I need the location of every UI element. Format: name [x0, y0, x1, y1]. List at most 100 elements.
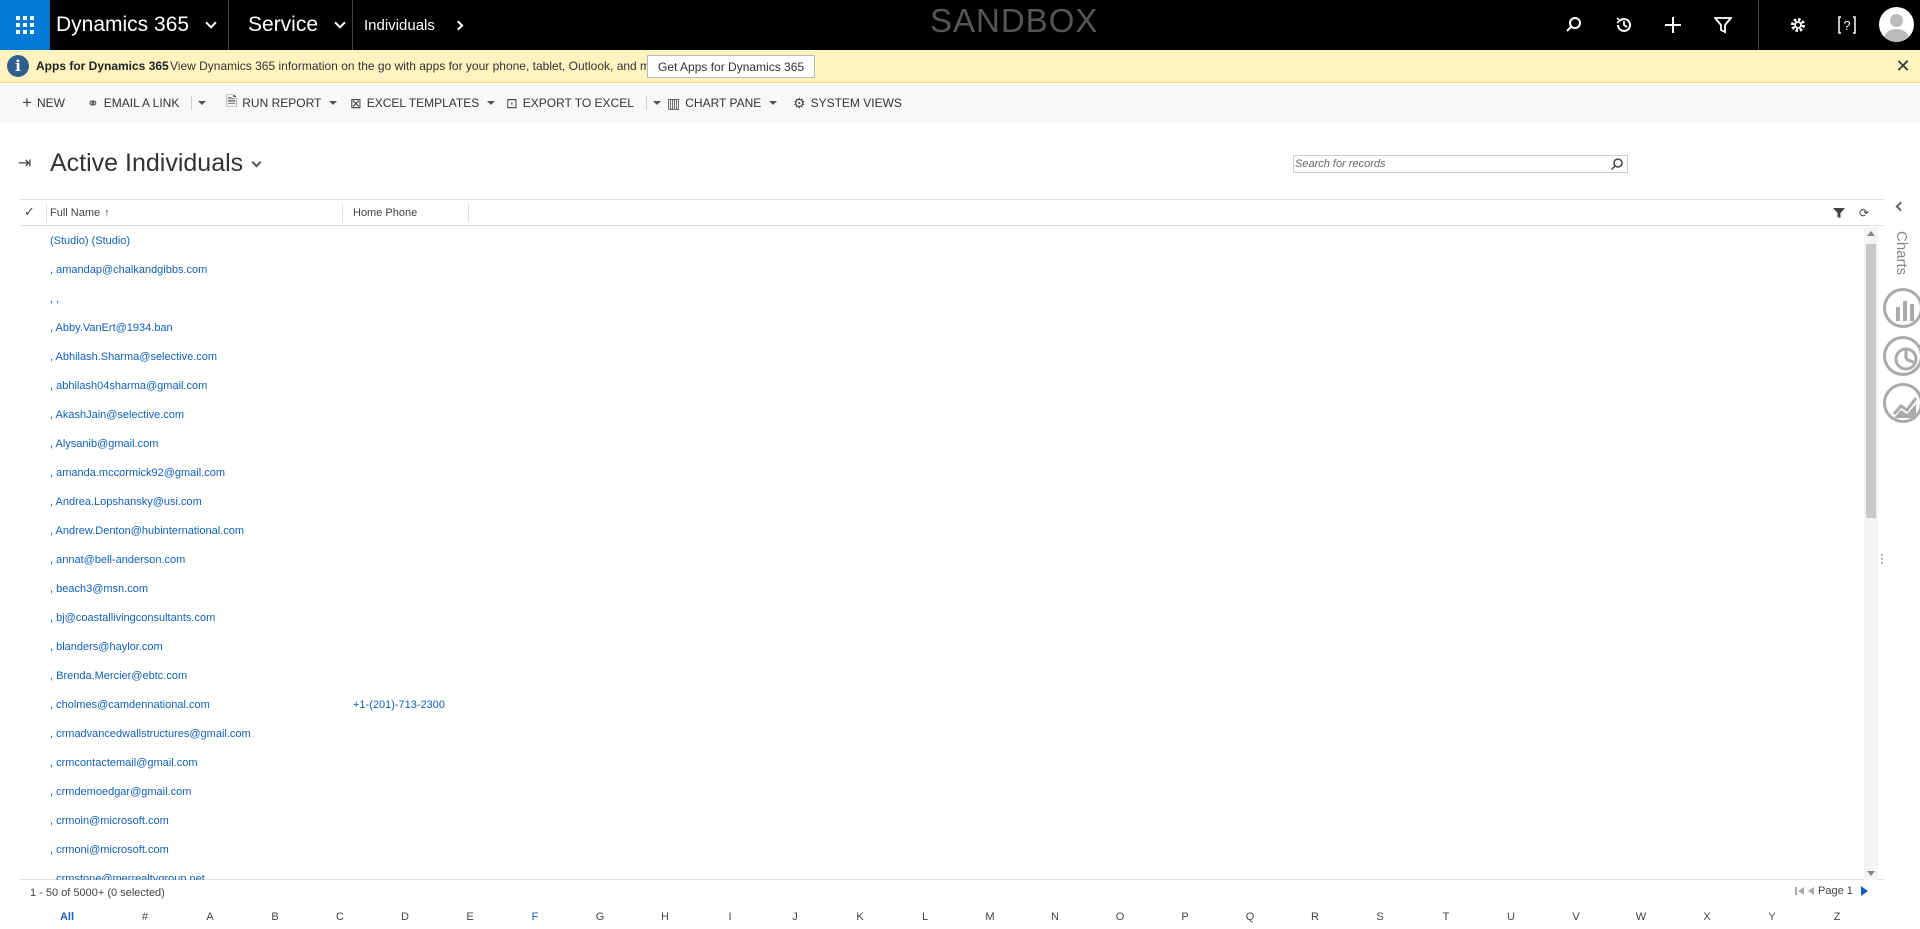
- area-menu[interactable]: Service: [248, 0, 346, 50]
- breadcrumb-individuals[interactable]: Individuals: [364, 0, 464, 50]
- table-row[interactable]: , Abhilash.Sharma@selective.com: [20, 343, 1860, 372]
- jump-letter[interactable]: G: [596, 911, 605, 923]
- jump-letter[interactable]: E: [466, 911, 473, 923]
- jump-letter[interactable]: #: [142, 911, 148, 923]
- jump-letter[interactable]: R: [1311, 911, 1319, 923]
- full-name-link[interactable]: , Abhilash.Sharma@selective.com: [50, 351, 217, 363]
- jump-letter[interactable]: X: [1703, 911, 1710, 923]
- jump-letter[interactable]: C: [336, 911, 344, 923]
- full-name-link[interactable]: , AkashJain@selective.com: [50, 409, 184, 421]
- get-apps-button[interactable]: Get Apps for Dynamics 365: [647, 55, 816, 78]
- jump-letter[interactable]: F: [532, 911, 539, 923]
- full-name-link[interactable]: , cholmes@camdennational.com: [50, 699, 210, 711]
- full-name-link[interactable]: , Andrea.Lopshansky@usi.com: [50, 496, 202, 508]
- full-name-link[interactable]: , crmoni@microsoft.com: [50, 844, 169, 856]
- table-row[interactable]: , ,: [20, 285, 1860, 314]
- jump-letter[interactable]: U: [1507, 911, 1515, 923]
- export-excel-button[interactable]: ⊡ EXPORT TO EXCEL: [506, 83, 661, 123]
- excel-templates-button[interactable]: ⊠ EXCEL TEMPLATES: [350, 83, 496, 123]
- jump-letter[interactable]: I: [728, 911, 731, 923]
- table-row[interactable]: , crmadvancedwallstructures@gmail.com: [20, 720, 1860, 749]
- table-row[interactable]: , crmdemoedgar@gmail.com: [20, 778, 1860, 807]
- full-name-link[interactable]: , Andrew.Denton@hubinternational.com: [50, 525, 244, 537]
- table-row[interactable]: , crmstone@merrealtygroup.net: [20, 865, 1860, 880]
- full-name-link[interactable]: , beach3@msn.com: [50, 583, 148, 595]
- jump-letter[interactable]: T: [1443, 911, 1450, 923]
- table-row[interactable]: (Studio) (Studio): [20, 227, 1860, 256]
- table-row[interactable]: , beach3@msn.com: [20, 575, 1860, 604]
- pin-icon[interactable]: ⇥: [18, 153, 31, 172]
- full-name-link[interactable]: , annat@bell-anderson.com: [50, 554, 185, 566]
- full-name-link[interactable]: , amandap@chalkandgibbs.com: [50, 264, 207, 276]
- table-row[interactable]: , AkashJain@selective.com: [20, 401, 1860, 430]
- table-row[interactable]: , crmcontactemail@gmail.com: [20, 749, 1860, 778]
- advanced-find-button[interactable]: [1709, 11, 1737, 39]
- jump-letter[interactable]: L: [922, 911, 928, 923]
- scroll-thumb[interactable]: [1866, 244, 1876, 518]
- table-row[interactable]: , Abby.VanErt@1934.ban: [20, 314, 1860, 343]
- scroll-down-arrow[interactable]: [1867, 871, 1875, 876]
- close-icon[interactable]: ✕: [1893, 56, 1913, 76]
- full-name-link[interactable]: , amanda.mccormick92@gmail.com: [50, 467, 225, 479]
- jump-letter[interactable]: D: [401, 911, 409, 923]
- chevron-down-icon[interactable]: [198, 101, 207, 105]
- app-launcher-button[interactable]: [0, 0, 50, 50]
- chart-pane-button[interactable]: ▥ CHART PANE: [667, 83, 778, 123]
- system-views-button[interactable]: ⚙ SYSTEM VIEWS: [793, 83, 902, 123]
- jump-letter[interactable]: P: [1181, 911, 1188, 923]
- table-row[interactable]: , crmoni@microsoft.com: [20, 836, 1860, 865]
- jump-letter[interactable]: M: [985, 911, 994, 923]
- previous-page-icon[interactable]: [1808, 887, 1814, 895]
- table-row[interactable]: , abhilash04sharma@gmail.com: [20, 372, 1860, 401]
- table-row[interactable]: , cholmes@camdennational.com +1-(201)-713…: [20, 691, 1860, 720]
- table-row[interactable]: , crmoin@microsoft.com: [20, 807, 1860, 836]
- full-name-link[interactable]: , Brenda.Mercier@ebtc.com: [50, 670, 187, 682]
- full-name-link[interactable]: , crmstone@merrealtygroup.net: [50, 873, 205, 880]
- table-row[interactable]: , amandap@chalkandgibbs.com: [20, 256, 1860, 285]
- jump-letter[interactable]: H: [661, 911, 669, 923]
- help-button[interactable]: ?: [1833, 11, 1861, 39]
- jump-letter[interactable]: J: [792, 911, 798, 923]
- table-row[interactable]: , Andrew.Denton@hubinternational.com: [20, 517, 1860, 546]
- table-row[interactable]: , Alysanib@gmail.com: [20, 430, 1860, 459]
- column-header-full-name[interactable]: Full Name ↑: [50, 200, 110, 226]
- table-row[interactable]: , Andrea.Lopshansky@usi.com: [20, 488, 1860, 517]
- table-row[interactable]: , annat@bell-anderson.com: [20, 546, 1860, 575]
- jump-letter[interactable]: All: [60, 911, 74, 923]
- jump-letter[interactable]: N: [1051, 911, 1059, 923]
- jump-letter[interactable]: S: [1376, 911, 1383, 923]
- jump-letter[interactable]: O: [1116, 911, 1125, 923]
- home-phone-link[interactable]: +1-(201)-713-2300: [353, 699, 445, 711]
- full-name-link[interactable]: , crmcontactemail@gmail.com: [50, 757, 197, 769]
- search-input[interactable]: Search for records: [1293, 155, 1628, 173]
- jump-letter[interactable]: V: [1572, 911, 1579, 923]
- full-name-link[interactable]: , crmdemoedgar@gmail.com: [50, 786, 191, 798]
- email-link-button[interactable]: ⚭ EMAIL A LINK: [87, 83, 207, 123]
- table-row[interactable]: , Brenda.Mercier@ebtc.com: [20, 662, 1860, 691]
- recent-button[interactable]: [1610, 11, 1638, 39]
- line-chart-icon[interactable]: [1883, 383, 1920, 423]
- full-name-link[interactable]: , abhilash04sharma@gmail.com: [50, 380, 207, 392]
- table-row[interactable]: , blanders@haylor.com: [20, 633, 1860, 662]
- select-all-checkbox[interactable]: ✓: [24, 204, 35, 220]
- brand-menu[interactable]: Dynamics 365: [56, 0, 217, 50]
- full-name-link[interactable]: , crmadvancedwallstructures@gmail.com: [50, 728, 251, 740]
- jump-letter[interactable]: K: [856, 911, 863, 923]
- jump-letter[interactable]: W: [1636, 911, 1646, 923]
- first-page-arrow[interactable]: [1798, 887, 1804, 895]
- full-name-link[interactable]: , Alysanib@gmail.com: [50, 438, 158, 450]
- full-name-link[interactable]: , crmoin@microsoft.com: [50, 815, 169, 827]
- jump-letter[interactable]: Z: [1834, 911, 1841, 923]
- column-header-home-phone[interactable]: Home Phone: [353, 200, 417, 226]
- table-row[interactable]: , bj@coastallivingconsultants.com: [20, 604, 1860, 633]
- chevron-left-icon[interactable]: [1895, 201, 1906, 212]
- table-row[interactable]: , amanda.mccormick92@gmail.com: [20, 459, 1860, 488]
- quick-create-button[interactable]: [1659, 11, 1687, 39]
- next-page-icon[interactable]: [1860, 886, 1868, 896]
- jump-letter[interactable]: Q: [1246, 911, 1255, 923]
- full-name-link[interactable]: , bj@coastallivingconsultants.com: [50, 612, 215, 624]
- refresh-icon[interactable]: ⟳: [1859, 206, 1869, 220]
- vertical-scrollbar[interactable]: [1864, 227, 1878, 880]
- search-button[interactable]: [1560, 11, 1588, 39]
- full-name-link[interactable]: , blanders@haylor.com: [50, 641, 163, 653]
